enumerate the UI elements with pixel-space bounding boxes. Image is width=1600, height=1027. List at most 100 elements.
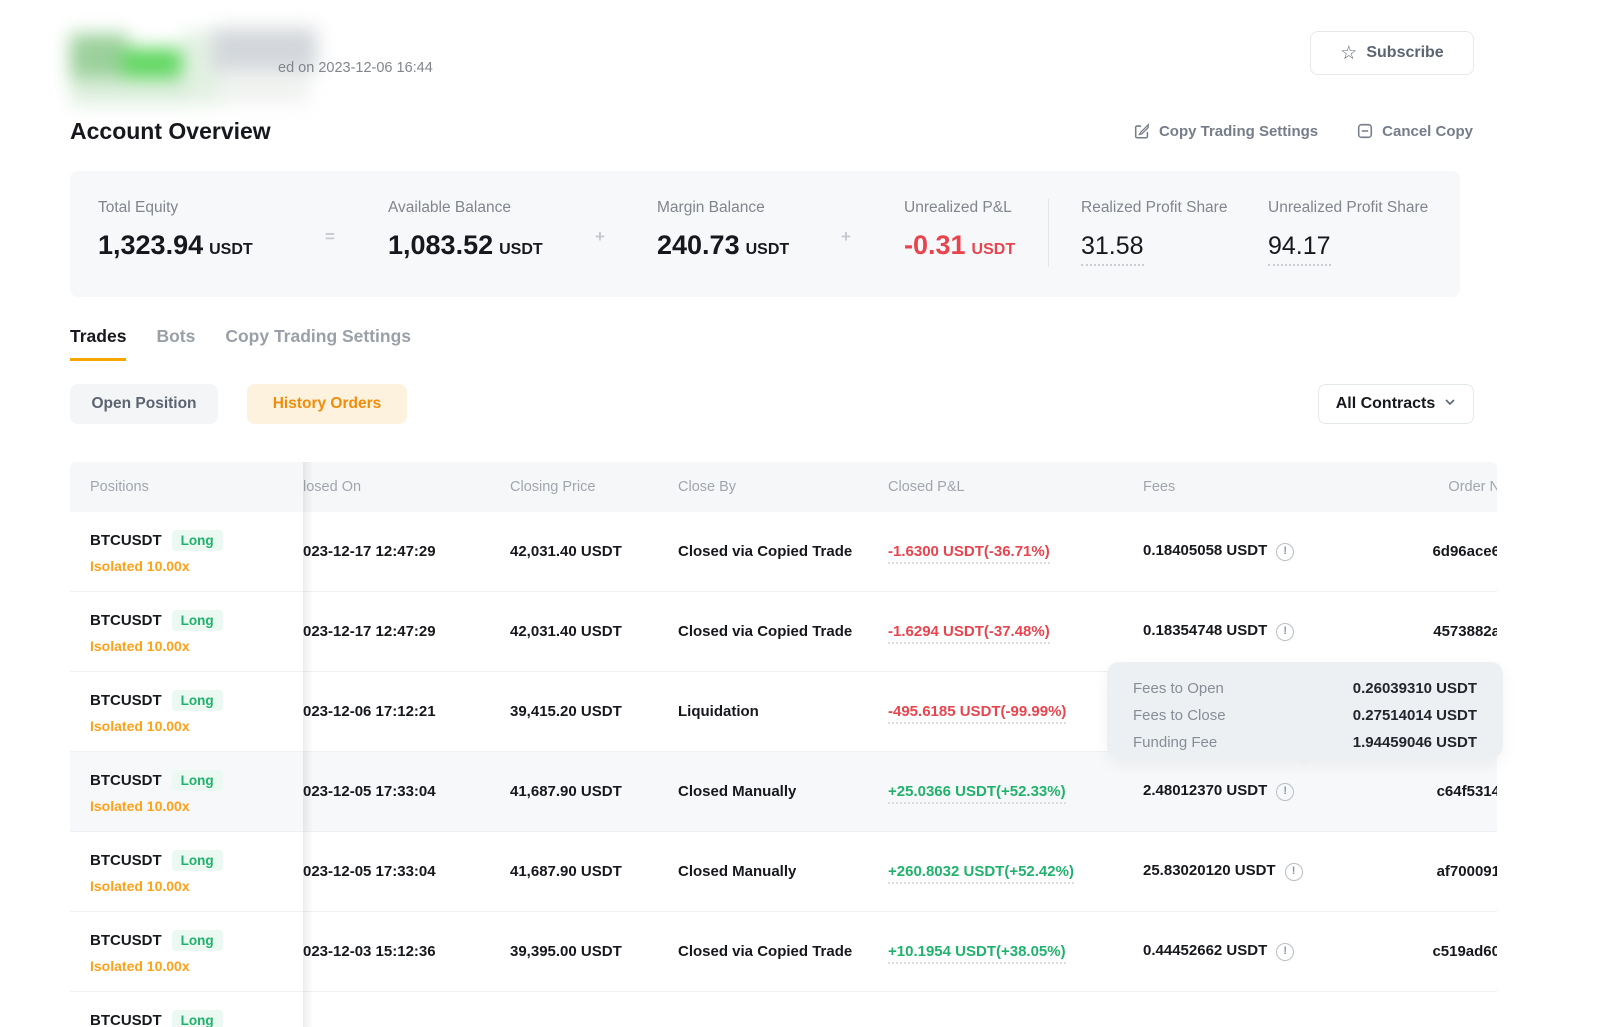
- plus-operator: +: [595, 227, 605, 247]
- closed-pnl-value[interactable]: +10.1954 USDT(+38.05%): [888, 943, 1066, 964]
- contracts-dropdown[interactable]: All Contracts: [1318, 384, 1474, 424]
- closed-pnl-value[interactable]: -1.6300 USDT(-36.71%): [888, 543, 1050, 564]
- fees-cell: 0.18405058 USDT: [1143, 542, 1400, 561]
- stat-label: Available Balance: [388, 199, 543, 217]
- order-no-cell: af700091: [1400, 863, 1497, 880]
- symbol: BTCUSDT: [90, 532, 162, 549]
- closed-on-cell: 023-12-05 17:33:04: [303, 783, 510, 800]
- history-orders-button[interactable]: History Orders: [247, 384, 407, 424]
- stat-value: 240.73USDT: [657, 230, 789, 261]
- tooltip-label: Fees to Close: [1133, 702, 1226, 729]
- closed-on-cell: 023-12-05 17:33:04: [303, 863, 510, 880]
- tooltip-row: Fees to Close 0.27514014 USDT: [1133, 702, 1477, 729]
- fees-value: 0.18405058 USDT: [1143, 542, 1267, 559]
- info-icon[interactable]: [1276, 943, 1294, 961]
- symbol: BTCUSDT: [90, 852, 162, 869]
- margin-leverage: Isolated 10.00x: [90, 638, 303, 654]
- closed-pnl-value[interactable]: -1.6294 USDT(-37.48%): [888, 623, 1050, 644]
- closed-pnl-cell: +10.1954 USDT(+38.05%): [888, 943, 1143, 960]
- fees-tooltip: Fees to Open 0.26039310 USDT Fees to Clo…: [1107, 662, 1503, 758]
- fees-value: 0.44452662 USDT: [1143, 942, 1267, 959]
- symbol: BTCUSDT: [90, 932, 162, 949]
- side-badge: Long: [172, 610, 223, 631]
- tooltip-value: 0.27514014 USDT: [1353, 702, 1477, 729]
- closing-price-cell: 42,031.40 USDT: [510, 543, 678, 560]
- tooltip-row: Funding Fee 1.94459046 USDT: [1133, 729, 1477, 756]
- position-cell: BTCUSDT Long Isolated 10.00x: [70, 850, 303, 894]
- stat-label: Margin Balance: [657, 199, 789, 217]
- copy-trading-settings-button[interactable]: Copy Trading Settings: [1133, 122, 1318, 140]
- subscribe-button[interactable]: ☆ Subscribe: [1310, 31, 1474, 75]
- closing-price-cell: 42,031.40 USDT: [510, 623, 678, 640]
- tooltip-label: Fees to Open: [1133, 675, 1224, 702]
- closing-price-cell: 41,687.90 USDT: [510, 783, 678, 800]
- table-row: BTCUSDT Long Isolated 10.00x 023-12-05 17…: [70, 832, 1497, 912]
- info-icon[interactable]: [1285, 863, 1303, 881]
- closing-price-cell: 41,687.90 USDT: [510, 863, 678, 880]
- stat-label: Unrealized P&L: [904, 199, 1015, 217]
- stat-label: Realized Profit Share: [1081, 199, 1227, 217]
- subscribe-label: Subscribe: [1366, 44, 1443, 62]
- side-badge: Long: [172, 850, 223, 871]
- minus-square-icon: [1356, 122, 1374, 140]
- closed-on-cell: 023-12-06 17:12:21: [303, 703, 510, 720]
- copy-trading-settings-label: Copy Trading Settings: [1159, 123, 1318, 140]
- tab-copy-trading-settings[interactable]: Copy Trading Settings: [225, 326, 411, 361]
- position-cell: BTCUSDTLong Isolated 10.00x: [70, 530, 303, 574]
- stat-unrealized-profit-share: Unrealized Profit Share 94.17: [1268, 199, 1428, 266]
- fees-cell: 0.18354748 USDT: [1143, 622, 1400, 641]
- closed-pnl-value[interactable]: +260.8032 USDT(+52.42%): [888, 863, 1074, 884]
- cancel-copy-button[interactable]: Cancel Copy: [1356, 122, 1473, 140]
- open-position-button[interactable]: Open Position: [70, 384, 218, 424]
- side-badge: Long: [172, 1010, 223, 1027]
- tab-bots[interactable]: Bots: [156, 326, 195, 361]
- closed-pnl-value[interactable]: +25.0366 USDT(+52.33%): [888, 783, 1066, 804]
- stat-value[interactable]: 31.58: [1081, 232, 1144, 266]
- info-icon[interactable]: [1276, 783, 1294, 801]
- side-badge: Long: [172, 530, 223, 551]
- side-badge: Long: [172, 690, 223, 711]
- stat-value: -0.31USDT: [904, 230, 1015, 261]
- margin-leverage: Isolated 10.00x: [90, 878, 303, 894]
- closed-pnl-cell: -495.6185 USDT(-99.99%): [888, 703, 1143, 720]
- copy-trading-account-page: ed on 2023-12-06 16:44 ☆ Subscribe Accou…: [0, 0, 1600, 1027]
- symbol: BTCUSDT: [90, 1012, 162, 1027]
- symbol: BTCUSDT: [90, 772, 162, 789]
- info-icon[interactable]: [1276, 623, 1294, 641]
- table-header-row: Positions losed On Closing Price Close B…: [70, 462, 1497, 512]
- fees-value: 2.48012370 USDT: [1143, 782, 1267, 799]
- order-no-cell: 4573882a: [1400, 623, 1497, 640]
- closed-pnl-value[interactable]: -495.6185 USDT(-99.99%): [888, 703, 1066, 724]
- header-close-by: Close By: [678, 479, 888, 495]
- fees-cell: 0.44452662 USDT: [1143, 942, 1400, 961]
- close-by-cell: Closed Manually: [678, 783, 888, 800]
- stat-label: Total Equity: [98, 199, 253, 217]
- tab-trades[interactable]: Trades: [70, 326, 126, 361]
- closed-pnl-cell: +25.0366 USDT(+52.33%): [888, 783, 1143, 800]
- closing-price-cell: 39,395.00 USDT: [510, 943, 678, 960]
- stat-value: 1,323.94USDT: [98, 230, 253, 261]
- stat-unrealized-pnl: Unrealized P&L -0.31USDT: [904, 199, 1015, 261]
- position-cell: BTCUSDTLong Isolated 10.00x: [70, 770, 303, 814]
- blur-pixel: [70, 34, 128, 80]
- cancel-copy-label: Cancel Copy: [1382, 123, 1473, 140]
- header-closing-price: Closing Price: [510, 479, 678, 495]
- close-by-cell: Closed via Copied Trade: [678, 543, 888, 560]
- header-closed-on: losed On: [303, 479, 510, 495]
- account-stats-panel: Total Equity 1,323.94USDT = Available Ba…: [70, 171, 1460, 297]
- stat-value[interactable]: 94.17: [1268, 232, 1331, 266]
- header-closed-pnl: Closed P&L: [888, 479, 1143, 495]
- side-badge: Long: [172, 930, 223, 951]
- fees-cell: 2.48012370 USDT: [1143, 782, 1400, 801]
- closing-price-cell: 39,415.20 USDT: [510, 703, 678, 720]
- fees-value: 0.18354748 USDT: [1143, 622, 1267, 639]
- fees-value: 25.83020120 USDT: [1143, 862, 1276, 879]
- position-cell: BTCUSDTLong Isolated 10.00x: [70, 1010, 303, 1027]
- table-row: BTCUSDTLong Isolated 10.00x 023-12-17 12…: [70, 512, 1497, 592]
- table-row: BTCUSDTLong Isolated 10.00x: [70, 992, 1497, 1027]
- info-icon[interactable]: [1276, 543, 1294, 561]
- header-fees: Fees: [1143, 479, 1400, 495]
- position-cell: BTCUSDTLong Isolated 10.00x: [70, 690, 303, 734]
- closed-on-cell: 023-12-17 12:47:29: [303, 543, 510, 560]
- stats-divider: [1048, 199, 1049, 267]
